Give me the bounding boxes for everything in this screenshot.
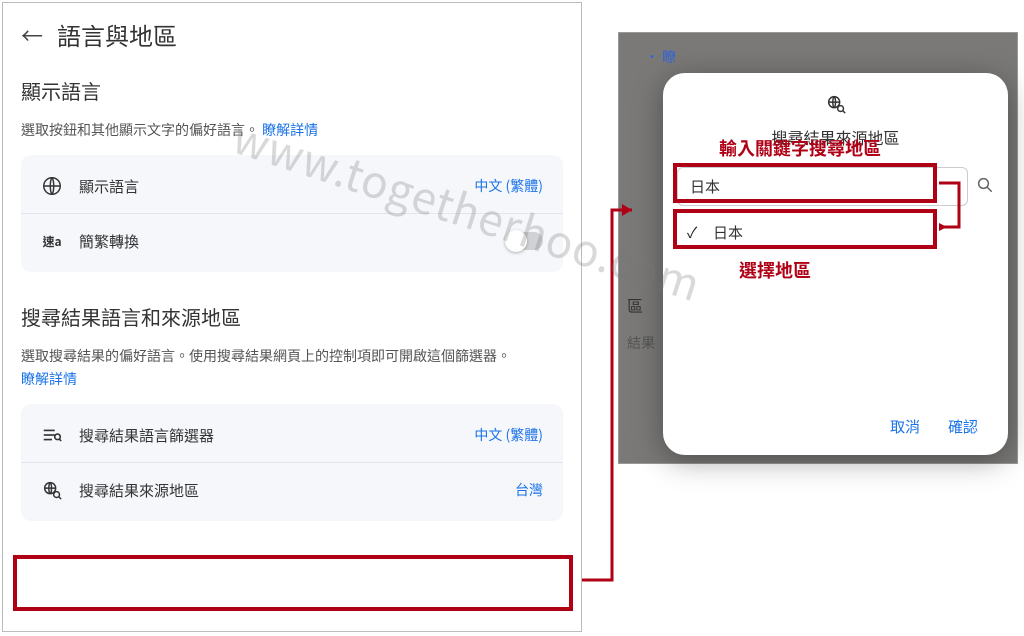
bg-heading-fragment: 區 bbox=[627, 293, 643, 317]
dialog-search-row bbox=[677, 167, 994, 206]
header: ← 語言與地區 bbox=[21, 17, 563, 52]
search-language-filter-row[interactable]: 搜尋結果語言篩選器 中文 (繁體) bbox=[21, 408, 563, 462]
search-region-row[interactable]: 搜尋結果來源地區 台灣 bbox=[21, 462, 563, 517]
simplified-traditional-toggle[interactable] bbox=[505, 232, 543, 250]
display-language-desc-text: 選取按鈕和其他顯示文字的偏好語言。 bbox=[21, 120, 259, 140]
cancel-button[interactable]: 取消 bbox=[890, 416, 920, 437]
display-language-row[interactable]: 顯示語言 中文 (繁體) bbox=[21, 159, 563, 213]
bg-link-fragment: • 瞭 bbox=[645, 47, 676, 67]
search-region-label: 搜尋結果來源地區 bbox=[79, 480, 199, 501]
display-language-card: 顯示語言 中文 (繁體) 速a 簡繁轉換 bbox=[21, 155, 563, 272]
display-language-label: 顯示語言 bbox=[79, 176, 139, 197]
search-results-card: 搜尋結果語言篩選器 中文 (繁體) 搜尋結果來源地區 台灣 bbox=[21, 404, 563, 521]
search-region-value: 台灣 bbox=[515, 480, 543, 500]
display-language-section-title: 顯示語言 bbox=[21, 76, 563, 105]
learn-more-link[interactable]: 瞭解詳情 bbox=[262, 120, 318, 140]
dialog-buttons: 取消 確認 bbox=[677, 412, 994, 441]
check-icon: ✓ bbox=[687, 222, 703, 243]
back-arrow-icon[interactable]: ← bbox=[21, 19, 43, 51]
display-language-value: 中文 (繁體) bbox=[474, 176, 543, 196]
annotation-highlight-region-row bbox=[13, 555, 573, 611]
learn-more-link-2[interactable]: 瞭解詳情 bbox=[21, 369, 77, 389]
language-region-settings-panel: ← 語言與地區 顯示語言 選取按鈕和其他顯示文字的偏好語言。 瞭解詳情 顯示語言… bbox=[2, 2, 582, 632]
search-icon[interactable] bbox=[976, 174, 994, 200]
convert-icon: 速a bbox=[41, 230, 63, 252]
globe-icon bbox=[41, 175, 63, 197]
simplified-traditional-toggle-row[interactable]: 速a 簡繁轉換 bbox=[21, 213, 563, 268]
search-results-section-desc: 選取搜尋結果的偏好語言。使用搜尋結果網頁上的控制項即可開啟這個篩選器。 瞭解詳情 bbox=[21, 345, 563, 390]
region-result-japan[interactable]: ✓ 日本 bbox=[677, 210, 994, 255]
region-search-input[interactable] bbox=[677, 167, 968, 206]
region-picker-dialog: 搜尋結果來源地區 ✓ 日本 取消 確認 bbox=[663, 73, 1008, 455]
filter-icon bbox=[41, 424, 63, 446]
display-language-section-desc: 選取按鈕和其他顯示文字的偏好語言。 瞭解詳情 bbox=[21, 119, 563, 141]
search-results-section-title: 搜尋結果語言和來源地區 bbox=[21, 302, 563, 331]
bg-desc-fragment: 結果 bbox=[627, 333, 655, 353]
page-title: 語言與地區 bbox=[57, 17, 177, 52]
annotation-input-hint: 輸入關鍵字搜尋地區 bbox=[719, 135, 881, 161]
region-search-icon bbox=[677, 93, 994, 121]
region-search-icon bbox=[41, 479, 63, 501]
search-language-filter-value: 中文 (繁體) bbox=[474, 425, 543, 445]
dialog-screenshot-panel: • 瞭 區 結果 搜尋結果來源地區 ✓ 日本 取消 確認 bbox=[618, 32, 1018, 464]
annotation-select-hint: 選擇地區 bbox=[739, 257, 811, 283]
confirm-button[interactable]: 確認 bbox=[948, 416, 978, 437]
region-result-label: 日本 bbox=[713, 222, 743, 243]
search-language-filter-label: 搜尋結果語言篩選器 bbox=[79, 425, 214, 446]
search-results-desc-text: 選取搜尋結果的偏好語言。使用搜尋結果網頁上的控制項即可開啟這個篩選器。 bbox=[21, 346, 511, 366]
simplified-traditional-label: 簡繁轉換 bbox=[79, 231, 139, 252]
